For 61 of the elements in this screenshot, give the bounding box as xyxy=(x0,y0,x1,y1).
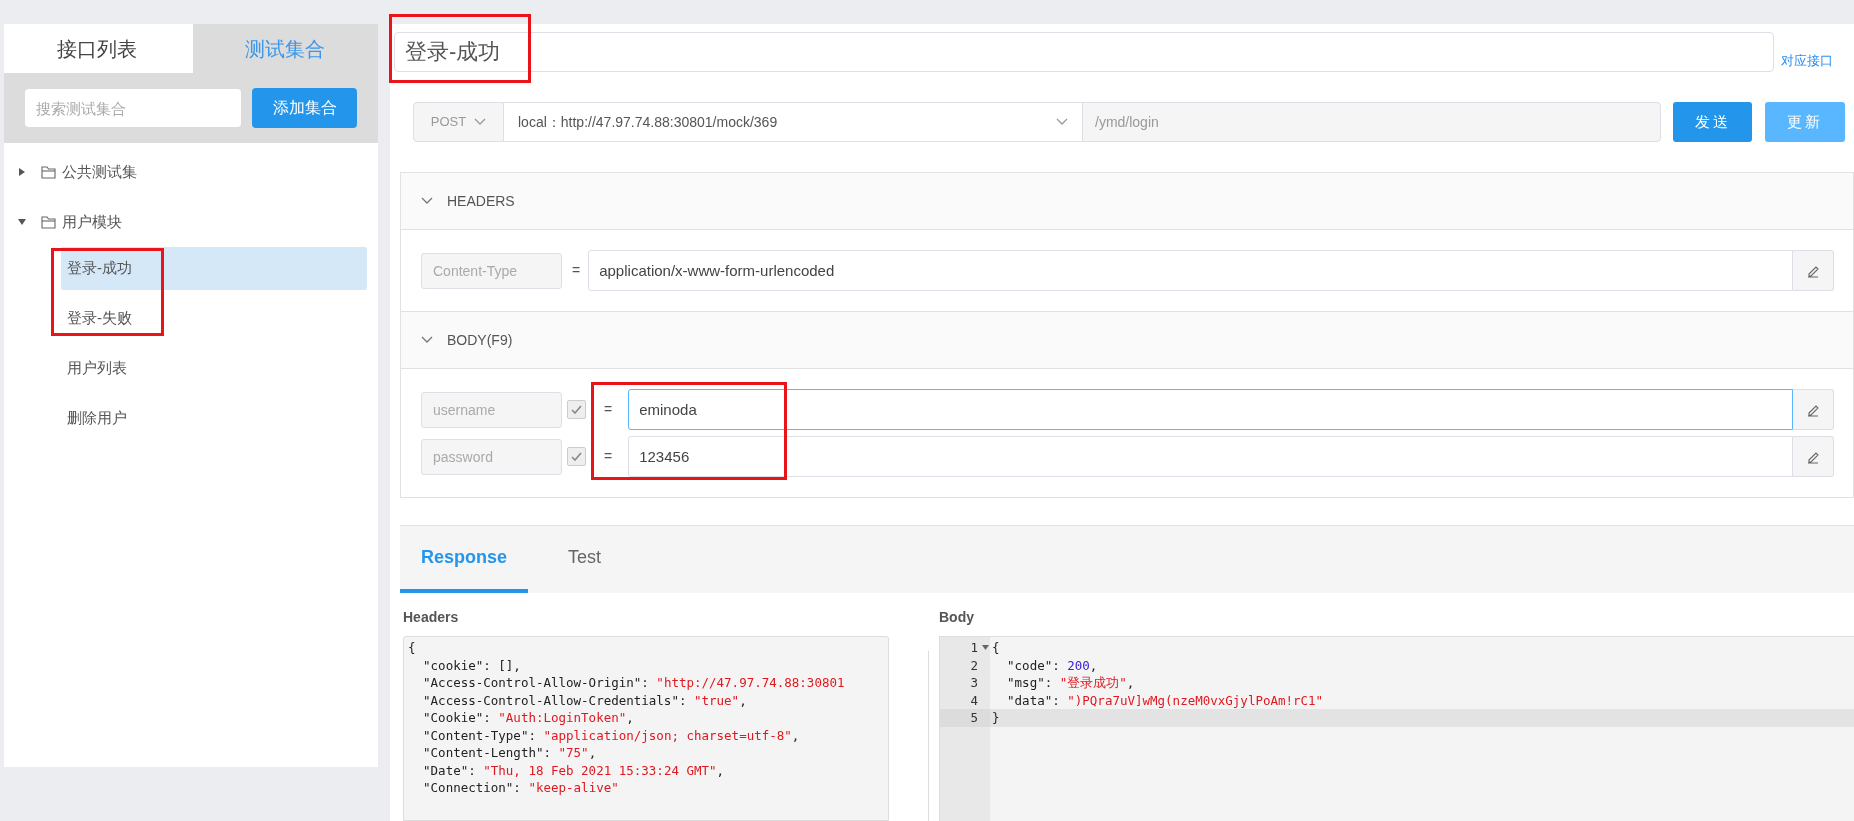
line-number: 3 xyxy=(970,674,978,692)
code-line: "cookie": [], xyxy=(422,656,522,674)
check-icon xyxy=(571,405,582,414)
equals-sign: = xyxy=(604,447,613,466)
tree-folder-row[interactable]: 公共测试集 xyxy=(4,147,378,197)
code-line: "Content-Type": "application/json; charset=utf-8", xyxy=(422,726,801,744)
code-line: "msg": "登录成功", xyxy=(1006,674,1136,692)
equals-sign: = xyxy=(572,261,581,280)
line-number: 2 xyxy=(970,656,978,674)
environment-select[interactable]: local：http://47.97.74.88:30801/mock/369 xyxy=(504,102,1082,142)
line-number: 1 xyxy=(970,639,978,657)
folder-label: 公共测试集 xyxy=(62,161,137,182)
chevron-down-icon xyxy=(421,197,433,205)
folder-label: 用户模块 xyxy=(62,211,122,232)
linked-api-link[interactable]: 对应接口 xyxy=(1781,50,1833,70)
edit-button[interactable] xyxy=(1793,389,1834,430)
code-line: "Content-Length": "75", xyxy=(422,744,598,762)
tree-item[interactable]: 登录-失败 xyxy=(61,297,367,340)
section-title: HEADERS xyxy=(447,191,515,211)
environment-label: local：http://47.97.74.88:30801/mock/369 xyxy=(518,112,778,132)
equals-sign: = xyxy=(604,400,613,419)
edit-button[interactable] xyxy=(1793,250,1834,291)
tree-folder-row[interactable]: 用户模块 xyxy=(4,197,378,247)
section-title: BODY(F9) xyxy=(447,330,513,350)
method-label: POST xyxy=(430,113,467,132)
body-label: Body xyxy=(939,608,975,625)
fold-caret-icon[interactable] xyxy=(982,645,989,651)
tree-item[interactable]: 用户列表 xyxy=(61,347,367,390)
code-line: "Access-Control-Allow-Origin": "http://47.97.74.88:30801 xyxy=(422,674,846,692)
code-line: "Access-Control-Allow-Credentials": "true", xyxy=(422,691,748,709)
folder-icon xyxy=(41,165,56,179)
code-line: "Connection": "keep-alive" xyxy=(422,779,620,797)
checkbox[interactable] xyxy=(567,400,586,419)
line-number: 5 xyxy=(970,709,978,727)
code-line: { xyxy=(408,639,417,657)
edit-button[interactable] xyxy=(1793,436,1834,477)
caret-down-icon xyxy=(18,218,26,226)
chevron-down-icon xyxy=(474,118,487,126)
headers-label: Headers xyxy=(403,608,460,625)
code-line: "Cookie": "Auth:LoginToken", xyxy=(422,709,635,727)
value-field[interactable]: application/x-www-form-urlencoded xyxy=(588,250,1793,291)
check-icon xyxy=(571,452,582,461)
code-line: "data": ")PQra7uV]wMg(nzeM0vxGjylPoAm!rC1" xyxy=(1006,691,1325,709)
tree-item[interactable]: 登录-成功 xyxy=(61,247,367,290)
title-field[interactable]: 登录-成功 xyxy=(394,32,1774,72)
chevron-down-icon xyxy=(1056,118,1068,126)
section-header[interactable]: BODY(F9) xyxy=(401,311,1853,369)
caret-right-icon xyxy=(18,168,26,176)
value-field[interactable]: 123456 xyxy=(628,436,1793,477)
chevron-down-icon xyxy=(421,336,433,344)
checkbox[interactable] xyxy=(567,447,586,466)
line-number: 4 xyxy=(970,691,978,709)
value-field[interactable]: eminoda xyxy=(628,389,1793,430)
response-tab[interactable]: Test xyxy=(528,525,641,593)
tree-item[interactable]: 删除用户 xyxy=(61,397,367,440)
code-line: "code": 200, xyxy=(1006,656,1099,674)
code-line: { xyxy=(991,639,1001,657)
section-header[interactable]: HEADERS xyxy=(401,172,1853,230)
search-field[interactable]: 搜索测试集合 xyxy=(25,89,241,127)
code-line: "Date": "Thu, 18 Feb 2021 15:33:24 GMT", xyxy=(422,761,726,779)
folder-icon xyxy=(41,215,56,229)
